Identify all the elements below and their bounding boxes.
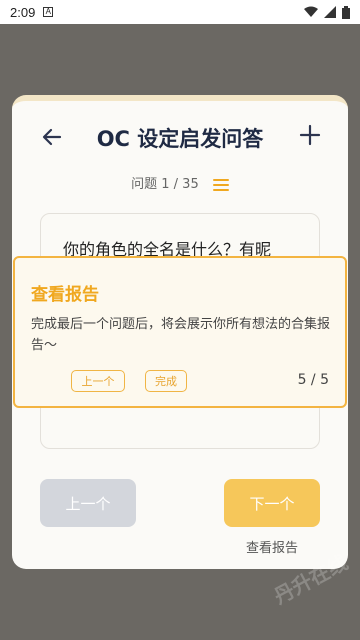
status-bar: 2:09 A bbox=[0, 0, 360, 24]
tooltip-done-button[interactable]: 完成 bbox=[145, 370, 187, 392]
progress-text: 问题 1 / 35 bbox=[131, 177, 199, 192]
back-arrow-icon[interactable] bbox=[38, 123, 66, 151]
sim-icon: A bbox=[43, 7, 54, 17]
progress-indicator: 问题 1 / 35 bbox=[12, 173, 348, 192]
battery-icon bbox=[342, 5, 350, 19]
view-report-link[interactable]: 查看报告 bbox=[224, 537, 320, 556]
prev-button[interactable]: 上一个 bbox=[40, 479, 136, 527]
tooltip-step-counter: 5 / 5 bbox=[297, 372, 329, 388]
menu-icon[interactable] bbox=[212, 178, 229, 192]
plus-icon[interactable] bbox=[296, 121, 324, 149]
signal-icon bbox=[324, 6, 336, 18]
wifi-icon bbox=[304, 6, 318, 17]
tooltip-body: 完成最后一个问题后，将会展示你所有想法的合集报告～ bbox=[31, 317, 331, 353]
page-title: OC 设定启发问答 bbox=[96, 127, 264, 151]
onboarding-tooltip: 查看报告 完成最后一个问题后，将会展示你所有想法的合集报告～ 上一个 完成 5 … bbox=[13, 256, 347, 408]
tooltip-title: 查看报告 bbox=[31, 285, 99, 305]
tooltip-prev-button[interactable]: 上一个 bbox=[71, 370, 125, 392]
card-header: OC 设定启发问答 bbox=[12, 119, 348, 159]
next-button[interactable]: 下一个 bbox=[224, 479, 320, 527]
status-time: 2:09 bbox=[10, 4, 36, 20]
